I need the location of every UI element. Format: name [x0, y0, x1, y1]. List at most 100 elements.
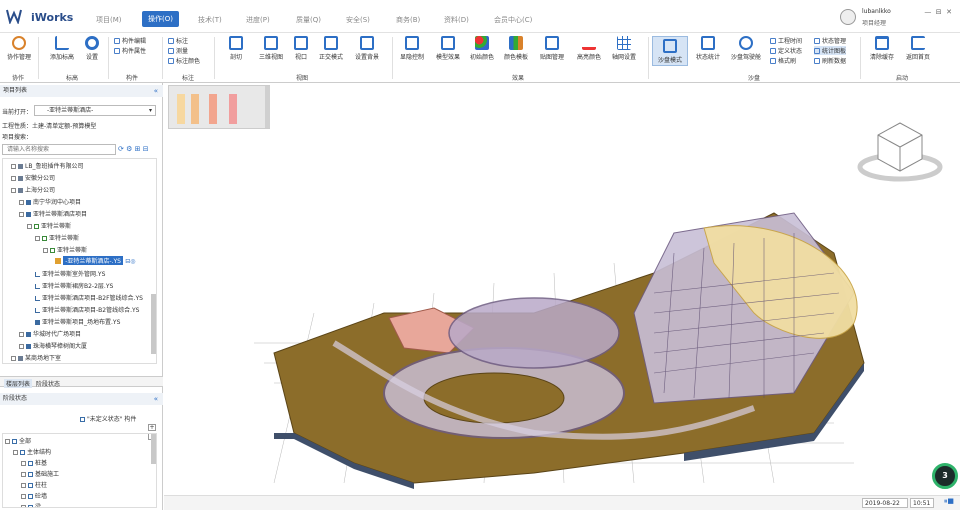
tree-item[interactable]: 亚特兰蒂斯 — [43, 245, 87, 254]
time-field[interactable]: 10:51 — [910, 498, 934, 508]
refresh-data-button[interactable]: 刷新数据 — [814, 56, 846, 65]
open-file-icon[interactable]: ⊟◎ — [125, 258, 135, 265]
color-template-button[interactable]: 颜色模板 — [502, 36, 530, 61]
tree-item[interactable]: 安徽分公司 — [11, 173, 55, 182]
collapse-icon[interactable] — [19, 211, 24, 217]
building-model[interactable] — [234, 193, 884, 493]
tab-operation[interactable]: 操作(O) — [142, 11, 179, 27]
stage-scrollbar[interactable] — [151, 434, 156, 464]
collapse-icon[interactable]: « — [154, 393, 158, 405]
settings-button[interactable]: 设置 — [82, 36, 102, 61]
sandbox-mode-button[interactable]: 沙盘模式 — [652, 36, 688, 66]
tree-item[interactable]: 梁 — [21, 502, 41, 507]
tree-item[interactable]: 柱柱 — [21, 480, 47, 489]
tab-schedule[interactable]: 进度(P) — [246, 15, 270, 25]
tree-item[interactable]: 亚特兰蒂斯酒店项目-B2F管线综合.YS — [35, 293, 143, 302]
expand-icon[interactable] — [19, 199, 24, 205]
user-menu[interactable]: lubanlkko 项目经理 — [840, 7, 920, 27]
tree-item[interactable]: 亚特兰蒂斯酒店项目-B2管线综合.YS — [35, 305, 139, 314]
notification-badge[interactable]: 3 — [932, 463, 958, 489]
init-color-button[interactable]: 初始颜色 — [468, 36, 496, 61]
tree-item[interactable]: 亚特兰蒂斯裙房B2-2层.YS — [35, 281, 113, 290]
tree-item[interactable]: 某商场地下室 — [11, 353, 61, 362]
highlight-color-button[interactable]: 高亮颜色 — [574, 36, 604, 61]
collapse-icon[interactable] — [27, 223, 32, 229]
checkbox[interactable] — [28, 482, 33, 488]
expand-icon[interactable] — [11, 163, 16, 169]
tab-project[interactable]: 项目(M) — [96, 15, 122, 25]
collapse-icon[interactable] — [43, 247, 48, 253]
collapse-icon[interactable]: « — [154, 85, 158, 97]
tree-item[interactable]: 亚特兰蒂斯 — [35, 233, 79, 242]
checkbox[interactable] — [80, 416, 85, 422]
collapse-icon[interactable] — [11, 187, 16, 193]
checkbox[interactable] — [28, 460, 33, 466]
gear-icon[interactable]: ⚙ — [126, 145, 132, 153]
stop-icon[interactable]: ■ — [947, 497, 954, 505]
collapse-icon[interactable] — [13, 449, 18, 455]
undefined-status-toggle[interactable]: "未定义状态" 构件 — [80, 414, 136, 423]
checkbox[interactable] — [28, 504, 33, 507]
close-icon[interactable]: ✕ — [946, 8, 952, 16]
expand-icon[interactable] — [21, 460, 26, 466]
component-edit-button[interactable]: 构件编辑 — [114, 36, 146, 45]
date-field[interactable]: 2019-08-22 — [862, 498, 908, 508]
tab-safety[interactable]: 安全(S) — [346, 15, 370, 25]
expand-icon[interactable] — [21, 482, 26, 488]
tab-quality[interactable]: 质量(Q) — [296, 15, 321, 25]
collapse-icon[interactable] — [35, 235, 40, 241]
expand-icon[interactable] — [11, 175, 16, 181]
checkbox[interactable] — [28, 493, 33, 499]
checkbox[interactable] — [12, 438, 17, 444]
checkbox[interactable] — [28, 471, 33, 477]
tab-tech[interactable]: 技术(T) — [198, 15, 222, 25]
tree-item[interactable]: 桩基 — [21, 458, 47, 467]
add-elevation-button[interactable]: 添加标高 — [48, 36, 76, 61]
tree-item[interactable]: 基础施工 — [21, 469, 59, 478]
tree-item[interactable]: 亚特兰蒂斯酒店项目 — [19, 209, 87, 218]
tree-item[interactable]: 全部 — [5, 436, 31, 445]
current-project-select[interactable]: -亚特兰蒂斯酒店- ▾ — [34, 105, 156, 116]
expand-icon[interactable] — [11, 355, 16, 361]
project-search-input[interactable] — [2, 144, 116, 155]
collapse-all-icon[interactable]: ⊟ — [143, 145, 149, 153]
expand-icon[interactable] — [21, 471, 26, 477]
tree-item[interactable]: 华城时代广场项目 — [19, 329, 81, 338]
texture-manage-button[interactable]: 贴图管理 — [538, 36, 566, 61]
status-stats-button[interactable]: 状态统计 — [694, 36, 722, 61]
avatar[interactable] — [840, 9, 856, 25]
visibility-control-button[interactable]: 显隐控制 — [398, 36, 426, 61]
expand-icon[interactable] — [21, 493, 26, 499]
tree-item[interactable]: LB_鲁班插件有限公司 — [11, 161, 83, 170]
tree-item[interactable]: 南宁华润中心项目 — [19, 197, 81, 206]
viewport-button[interactable]: 视口 — [290, 36, 312, 61]
tree-item[interactable]: 亚特兰蒂斯项目_场地布置.YS — [35, 317, 120, 326]
sandbox-cockpit-button[interactable]: 沙盘驾驶舱 — [728, 36, 764, 61]
tab-documents[interactable]: 资料(D) — [444, 15, 469, 25]
collapse-icon[interactable] — [5, 438, 10, 444]
tree-item-selected[interactable]: -亚特兰蒂斯酒店-.YS — [63, 256, 123, 265]
tree-item[interactable]: 亚特兰蒂斯 — [27, 221, 71, 230]
restore-icon[interactable]: ⊟ — [936, 8, 942, 16]
expand-icon[interactable] — [19, 343, 24, 349]
views-3d-button[interactable]: 三维视图 — [256, 36, 286, 61]
add-icon[interactable]: ⊞ — [135, 145, 141, 153]
tab-member-center[interactable]: 会员中心(C) — [494, 15, 532, 25]
model-viewport[interactable]: 3 — [164, 83, 960, 495]
section-button[interactable]: 剖切 — [224, 36, 248, 61]
clear-cache-button[interactable]: 清除缓存 — [868, 36, 896, 61]
annotate-button[interactable]: 标注 — [168, 36, 188, 45]
expand-icon[interactable] — [19, 331, 24, 337]
collab-manage-button[interactable]: 协作管理 — [6, 36, 32, 61]
expand-icon[interactable] — [21, 504, 26, 507]
add-button[interactable]: + — [148, 424, 156, 431]
component-props-button[interactable]: 构件属性 — [114, 46, 146, 55]
view-cube-icon[interactable] — [856, 119, 944, 189]
tree-item[interactable]: 主体结构 — [13, 447, 51, 456]
tab-floor-list[interactable]: 楼层列表 — [4, 379, 33, 388]
annotate-color-button[interactable]: 标注颜色 — [168, 56, 200, 65]
checkbox[interactable] — [20, 449, 25, 455]
tab-stage-status[interactable]: 阶段状态 — [36, 379, 60, 388]
return-home-button[interactable]: 返回首页 — [904, 36, 932, 61]
axis-settings-button[interactable]: 轴网设置 — [610, 36, 638, 61]
